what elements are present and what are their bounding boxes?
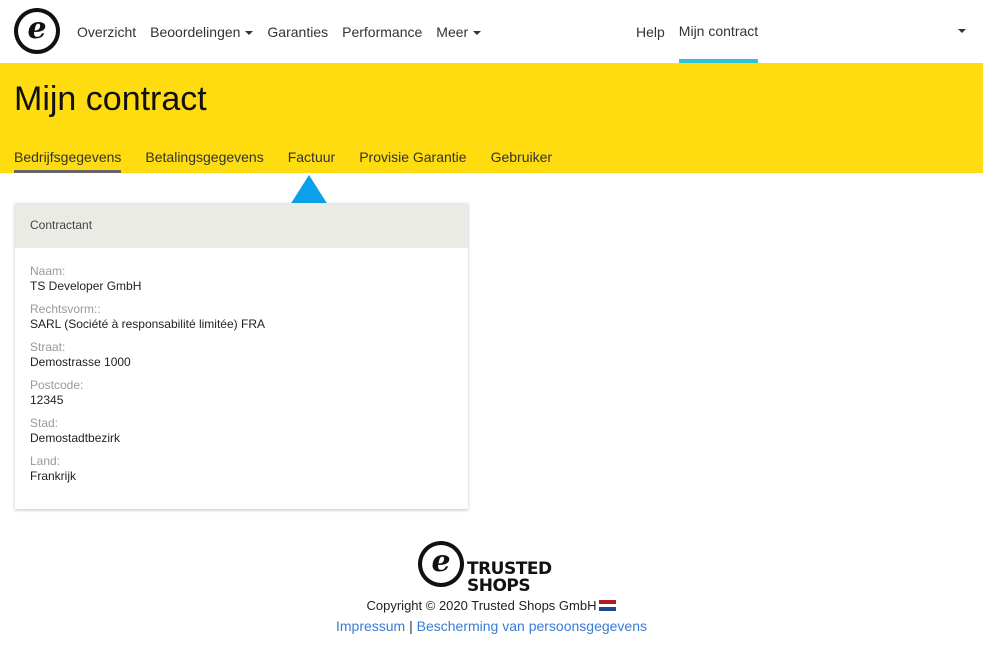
field-stad: Stad: Demostadtbezirk: [30, 416, 453, 447]
trusted-shops-e-icon: e: [418, 541, 464, 587]
field-label: Stad:: [30, 416, 59, 430]
impressum-link[interactable]: Impressum: [336, 618, 405, 634]
field-label: Naam:: [30, 264, 66, 278]
contract-tabs: Bedrijfsgegevens Betalingsgegevens Factu…: [14, 149, 576, 173]
field-rechtsvorm: Rechtsvorm:: SARL (Société à responsabil…: [30, 302, 453, 333]
field-postcode: Postcode: 12345: [30, 378, 453, 409]
nav-item-beoordelingen[interactable]: Beoordelingen: [150, 23, 254, 40]
nav-item-label: Garanties: [267, 23, 329, 40]
card-title: Contractant: [15, 203, 468, 248]
top-navbar: e Overzicht Beoordelingen Garanties Perf…: [0, 0, 983, 63]
field-value: SARL (Société à responsabilité limitée) …: [30, 317, 265, 331]
page-header: Mijn contract Bedrijfsgegevens Betalings…: [0, 63, 983, 173]
page-title: Mijn contract: [14, 80, 207, 118]
field-naam: Naam: TS Developer GmbH: [30, 264, 453, 295]
card-body: Naam: TS Developer GmbH Rechtsvorm:: SAR…: [15, 248, 468, 485]
logo-wordmark: TRUSTED SHOPS: [467, 561, 552, 595]
field-value: 12345: [30, 393, 64, 407]
field-straat: Straat: Demostrasse 1000: [30, 340, 453, 371]
contractant-card: Contractant Naam: TS Developer GmbH Rech…: [15, 203, 468, 509]
nav-item-garanties[interactable]: Garanties: [267, 24, 328, 40]
nav-item-meer[interactable]: Meer: [436, 23, 482, 40]
nav-item-label: Performance: [342, 23, 423, 40]
nav-item-overzicht[interactable]: Overzicht: [77, 24, 136, 40]
nav-item-label: Overzicht: [77, 23, 137, 40]
tab-bedrijfsgegevens[interactable]: Bedrijfsgegevens: [14, 149, 122, 173]
field-label: Postcode:: [30, 378, 84, 392]
nav-item-help[interactable]: Help: [636, 24, 665, 40]
trusted-shops-e-icon[interactable]: e: [14, 8, 60, 54]
logo-line-2: SHOPS: [467, 576, 531, 596]
copyright: Copyright © 2020 Trusted Shops GmbH: [0, 598, 983, 613]
field-land: Land: Frankrijk: [30, 454, 453, 485]
chevron-down-icon: [245, 30, 254, 35]
logo-letter: e: [27, 11, 47, 46]
field-label: Rechtsvorm::: [30, 302, 101, 316]
user-menu-chevron-icon[interactable]: [958, 29, 966, 33]
logo-letter: e: [431, 544, 451, 579]
tab-gebruiker[interactable]: Gebruiker: [491, 149, 552, 173]
nav-item-mijn-contract[interactable]: Mijn contract: [678, 0, 759, 63]
link-separator: |: [409, 618, 413, 634]
field-value: Demostadtbezirk: [30, 431, 121, 445]
field-value: Frankrijk: [30, 469, 77, 483]
chevron-down-icon: [473, 30, 482, 35]
tab-betalingsgegevens[interactable]: Betalingsgegevens: [145, 149, 263, 173]
tab-factuur[interactable]: Factuur: [288, 149, 335, 173]
trusted-shops-footer-logo: e TRUSTED SHOPS: [418, 541, 552, 595]
field-label: Straat:: [30, 340, 66, 354]
field-value: Demostrasse 1000: [30, 355, 131, 369]
nav-item-label: Meer: [436, 23, 469, 40]
tab-provisie-garantie[interactable]: Provisie Garantie: [359, 149, 466, 173]
main-nav: Overzicht Beoordelingen Garanties Perfor…: [77, 0, 495, 63]
nav-item-performance[interactable]: Performance: [342, 24, 422, 40]
copyright-text: Copyright © 2020 Trusted Shops GmbH: [366, 598, 597, 613]
nav-item-label: Beoordelingen: [150, 23, 241, 40]
field-label: Land:: [30, 454, 61, 468]
footer-links: Impressum | Bescherming van persoonsgege…: [0, 618, 983, 634]
netherlands-flag-icon: [599, 600, 617, 611]
privacy-link[interactable]: Bescherming van persoonsgegevens: [417, 618, 647, 634]
secondary-nav: Help Mijn contract: [636, 0, 772, 63]
field-value: TS Developer GmbH: [30, 279, 142, 293]
